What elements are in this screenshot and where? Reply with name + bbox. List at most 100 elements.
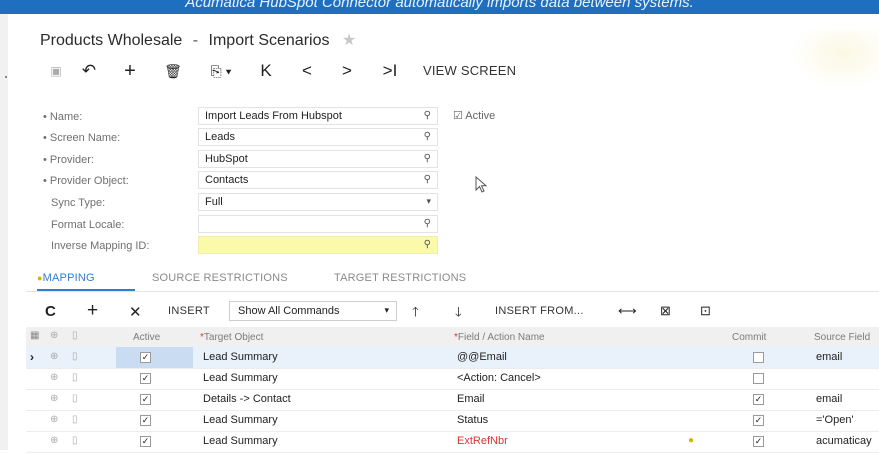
notes-icon[interactable]: ▯ — [72, 351, 78, 362]
notes-icon[interactable]: ▯ — [72, 393, 78, 404]
col-commit[interactable]: Commit — [732, 332, 766, 343]
target-object-cell[interactable]: Lead Summary — [203, 372, 278, 384]
table-row[interactable]: ⊕ ▯ ✓ Details -> Contact Email ✓ email — [26, 389, 879, 411]
previous-record-icon[interactable]: < — [297, 60, 317, 82]
lookup-icon[interactable]: ⚲ — [424, 110, 431, 121]
view-screen-button[interactable]: VIEW SCREEN — [423, 63, 516, 78]
active-cell[interactable] — [116, 368, 193, 389]
name-label: • Name: — [43, 111, 83, 123]
active-cell[interactable] — [116, 347, 193, 368]
tab-mapping[interactable]: ●MAPPING — [37, 272, 95, 284]
notes-icon[interactable]: ▯ — [72, 372, 78, 383]
tab-source-restrictions[interactable]: SOURCE RESTRICTIONS — [152, 272, 288, 284]
caption-banner: Acumatica HubSpot Connector automaticall… — [0, 0, 879, 14]
commit-checkbox[interactable] — [753, 373, 764, 384]
commit-checkbox[interactable]: ✓ — [753, 436, 764, 447]
last-record-icon[interactable]: >I — [379, 60, 401, 82]
add-icon[interactable]: + — [119, 60, 141, 82]
active-checkbox[interactable]: ✓ — [140, 352, 151, 363]
field-action-cell[interactable]: <Action: Cancel> — [457, 372, 541, 384]
commit-checkbox[interactable]: ✓ — [753, 394, 764, 405]
target-object-cell[interactable]: Lead Summary — [203, 414, 278, 426]
commit-checkbox[interactable] — [753, 352, 764, 363]
field-action-cell[interactable]: ExtRefNbr — [457, 435, 508, 447]
active-checkbox[interactable]: ☑ Active — [453, 109, 495, 122]
fit-columns-icon[interactable]: ⟷ — [618, 303, 637, 319]
source-field-cell[interactable]: email — [816, 393, 842, 405]
attach-icon[interactable]: ⊕ — [50, 435, 58, 446]
chevron-down-icon[interactable]: ▾ — [426, 196, 431, 207]
attach-icon[interactable]: ⊕ — [50, 351, 58, 362]
insert-from-button[interactable]: INSERT FROM... — [495, 305, 584, 317]
name-value: Import Leads From Hubspot — [205, 110, 342, 122]
screen-name: Import Scenarios — [208, 32, 330, 49]
active-checkbox[interactable]: ✓ — [140, 373, 151, 384]
favorite-star-icon[interactable]: ★ — [342, 32, 356, 49]
source-field-cell[interactable]: email — [816, 351, 842, 363]
tab-target-restrictions[interactable]: TARGET RESTRICTIONS — [334, 272, 466, 284]
field-action-cell[interactable]: @@Email — [457, 351, 507, 363]
table-row[interactable]: ⊕ ▯ ✓ Lead Summary Status ✓ ='Open' — [26, 410, 879, 432]
tab-divider — [26, 291, 879, 292]
provider-value: HubSpot — [205, 153, 248, 165]
screen-name-label: • Screen Name: — [43, 132, 121, 144]
attach-icon[interactable]: ⊕ — [50, 393, 58, 404]
current-row-indicator-icon: › — [30, 350, 34, 364]
screen-name-field[interactable]: Leads ⚲ — [198, 128, 438, 146]
active-checkbox[interactable]: ✓ — [140, 415, 151, 426]
col-active[interactable]: Active — [133, 332, 160, 343]
inverse-mapping-field[interactable]: ⚲ — [198, 236, 438, 254]
provider-object-field[interactable]: Contacts ⚲ — [198, 171, 438, 189]
next-record-icon[interactable]: > — [337, 60, 357, 82]
move-down-icon[interactable]: 🡓 — [455, 303, 462, 325]
refresh-icon[interactable]: C — [45, 303, 56, 320]
insert-button[interactable]: INSERT — [168, 305, 210, 317]
export-excel-icon[interactable]: ⊠ — [660, 303, 671, 319]
col-source-field[interactable]: Source Field — [814, 332, 870, 343]
provider-field[interactable]: HubSpot ⚲ — [198, 150, 438, 168]
lookup-icon[interactable]: ⚲ — [424, 153, 431, 164]
attach-icon[interactable]: ⊕ — [50, 414, 58, 425]
source-field-cell[interactable]: acumaticay — [816, 435, 872, 447]
table-row[interactable]: › ⊕ ▯ ✓ Lead Summary @@Email email — [26, 347, 879, 369]
format-locale-field[interactable]: ⚲ — [198, 215, 438, 233]
target-object-cell[interactable]: Lead Summary — [203, 435, 278, 447]
delete-icon[interactable]: 🗑 — [162, 60, 184, 82]
notes-icon[interactable]: ▯ — [72, 414, 78, 425]
add-row-icon[interactable]: + — [87, 300, 98, 322]
grid-settings-icon[interactable]: ▦ — [30, 330, 39, 341]
target-object-cell[interactable]: Lead Summary — [203, 351, 278, 363]
sync-type-select[interactable]: Full ▾ — [198, 193, 438, 211]
first-record-icon[interactable]: K — [256, 60, 276, 82]
active-checkbox[interactable]: ✓ — [140, 394, 151, 405]
col-field-action[interactable]: *Field / Action Name — [454, 332, 545, 343]
undo-icon[interactable]: ↶ — [78, 60, 100, 82]
commands-select[interactable]: Show All Commands ▾ — [229, 301, 397, 321]
active-cell[interactable] — [116, 410, 193, 431]
active-checkbox[interactable]: ✓ — [140, 436, 151, 447]
active-cell[interactable] — [116, 431, 193, 452]
col-target-object[interactable]: *Target Object — [200, 332, 263, 343]
target-object-cell[interactable]: Details -> Contact — [203, 393, 291, 405]
active-cell[interactable] — [116, 389, 193, 410]
table-row[interactable]: ⊕ ▯ ✓ Lead Summary <Action: Cancel> — [26, 368, 879, 390]
left-edge-strip — [0, 14, 8, 450]
lookup-icon[interactable]: ⚲ — [424, 131, 431, 142]
notes-icon[interactable]: ▯ — [72, 435, 78, 446]
source-field-cell[interactable]: ='Open' — [816, 414, 854, 426]
lookup-icon[interactable]: ⚲ — [424, 218, 431, 229]
remove-row-icon[interactable]: ✕ — [129, 303, 142, 321]
field-action-cell[interactable]: Status — [457, 414, 488, 426]
lookup-icon[interactable]: ⚲ — [424, 239, 431, 250]
sync-type-label: Sync Type: — [51, 197, 106, 209]
copy-paste-icon[interactable]: ⎘ ▾ — [204, 60, 238, 82]
upload-icon[interactable]: ⊡ — [700, 303, 711, 319]
move-up-icon[interactable]: 🡑 — [412, 303, 419, 325]
commit-checkbox[interactable]: ✓ — [753, 415, 764, 426]
field-action-cell[interactable]: Email — [457, 393, 485, 405]
attach-icon[interactable]: ⊕ — [50, 372, 58, 383]
name-field[interactable]: Import Leads From Hubspot ⚲ — [198, 107, 438, 125]
inverse-mapping-label: Inverse Mapping ID: — [51, 240, 150, 252]
lookup-icon[interactable]: ⚲ — [424, 174, 431, 185]
save-icon[interactable]: ▣ — [46, 60, 66, 82]
